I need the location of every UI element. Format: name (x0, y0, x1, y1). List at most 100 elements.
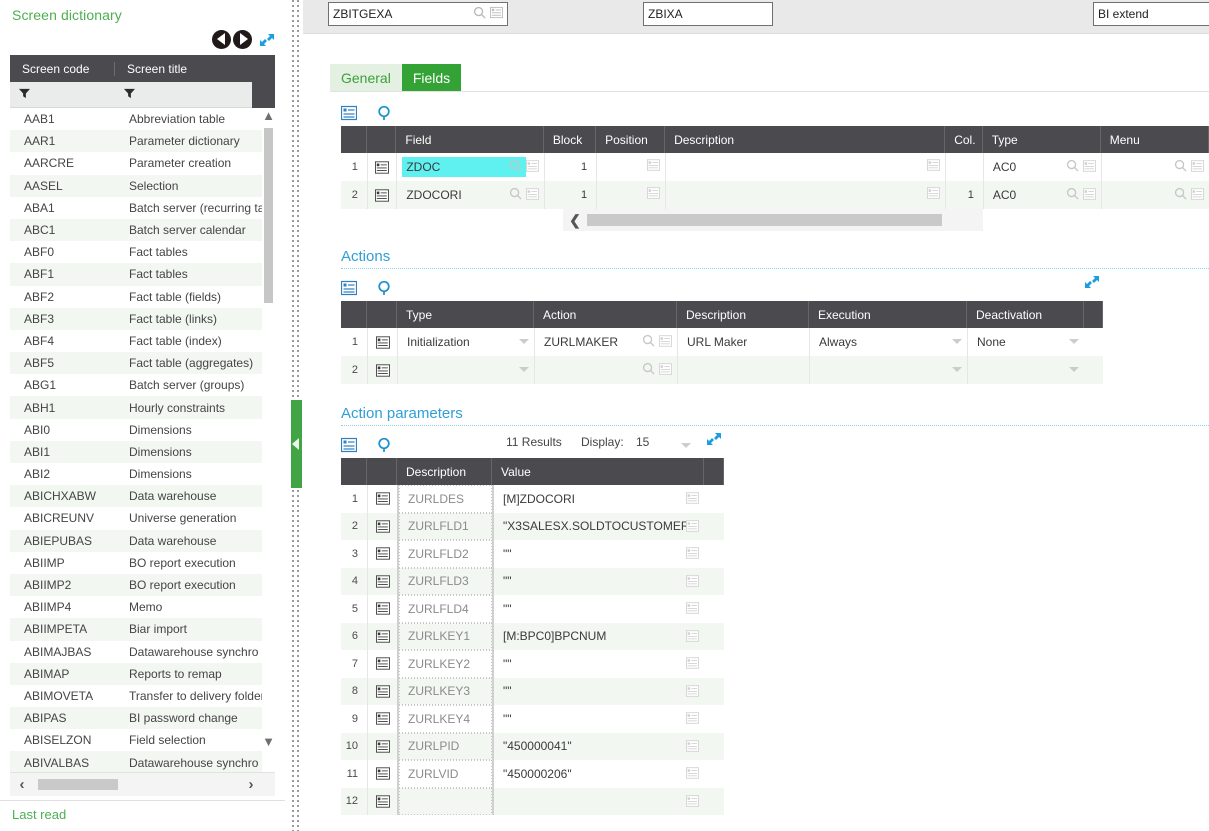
selection-list-icon[interactable] (647, 159, 660, 171)
chevron-down-icon[interactable] (519, 367, 529, 372)
chevron-down-icon[interactable] (519, 339, 529, 344)
action-cell[interactable]: ZURLMAKER (534, 328, 677, 356)
scroll-left-icon[interactable]: ‹ (10, 776, 34, 793)
search-icon[interactable] (473, 6, 486, 19)
dictionary-row[interactable]: ABIEPUBASData warehouse (10, 530, 262, 552)
fields-col-description[interactable]: Description (665, 126, 945, 153)
parameter-value-icons[interactable] (686, 795, 699, 807)
selection-list-icon[interactable] (927, 187, 940, 199)
row-detail-button[interactable] (367, 678, 397, 706)
selection-list-icon[interactable] (526, 188, 539, 200)
selection-list-icon[interactable] (526, 160, 539, 172)
menu-cell[interactable] (1101, 181, 1209, 209)
column-header-screen-title[interactable]: Screen title (115, 62, 252, 76)
fields-col-block[interactable]: Block (544, 126, 596, 153)
module-input[interactable]: ZBIXA (643, 2, 773, 26)
row-detail-button[interactable] (367, 705, 397, 733)
parameter-value-cell[interactable]: "" (492, 705, 704, 733)
menu-cell[interactable] (1101, 153, 1209, 181)
parameter-description-cell[interactable]: ZURLVID (397, 760, 492, 788)
dictionary-row[interactable]: ABIIMPBO report execution (10, 552, 262, 574)
dictionary-row[interactable]: ABI0Dimensions (10, 419, 262, 441)
dictionary-horizontal-scrollbar[interactable]: ‹ › (10, 772, 275, 796)
search-icon[interactable] (1174, 159, 1187, 172)
dictionary-row[interactable]: ABICREUNVUniverse generation (10, 507, 262, 529)
action-parameter-row[interactable]: 1ZURLDES[M]ZDOCORI (341, 485, 724, 513)
chevron-down-icon[interactable] (952, 339, 962, 344)
action-parameter-row[interactable]: 8ZURLKEY3"" (341, 678, 724, 706)
dictionary-row[interactable]: AAR1Parameter dictionary (10, 130, 262, 152)
grid-view-icon[interactable] (341, 280, 357, 296)
hscrollbar-thumb[interactable] (587, 214, 942, 226)
col-cell[interactable]: 1 (945, 181, 983, 209)
row-detail-icon[interactable] (376, 575, 390, 588)
action-cell-icons[interactable] (642, 362, 672, 375)
dictionary-row[interactable]: ABICHXABWData warehouse (10, 485, 262, 507)
position-cell[interactable]: 2 (596, 181, 665, 209)
action-parameter-row[interactable]: 5ZURLFLD4"" (341, 595, 724, 623)
param-col-value[interactable]: Value (492, 458, 704, 485)
actions-grid-row[interactable]: 2 (341, 356, 1103, 384)
fields-grid-hscrollbar[interactable]: ❮ (563, 209, 983, 231)
row-detail-icon[interactable] (376, 364, 390, 377)
dictionary-row[interactable]: ABF0Fact tables (10, 241, 262, 263)
action-parameter-row[interactable]: 7ZURLKEY2"" (341, 650, 724, 678)
row-detail-button[interactable] (367, 595, 397, 623)
type-cell-icons[interactable] (1066, 187, 1096, 200)
previous-record-button[interactable] (212, 30, 231, 49)
parameter-value-cell[interactable]: "" (492, 540, 704, 568)
parameter-value-cell[interactable]: "X3SALESX.SOLDTOCUSTOMER" (492, 513, 704, 541)
row-detail-icon[interactable] (376, 767, 390, 780)
dictionary-row[interactable]: ABIVALBASDatawarehouse synchro (10, 751, 262, 772)
expand-actions-icon[interactable] (1083, 273, 1101, 291)
description-cell-icons[interactable] (927, 187, 940, 199)
deactivation-cell[interactable] (967, 356, 1084, 384)
grid-view-icon[interactable] (341, 105, 357, 121)
dictionary-row[interactable]: ABISELZONField selection (10, 729, 262, 751)
dictionary-row[interactable]: ABF3Fact table (links) (10, 308, 262, 330)
action-parameter-row[interactable]: 9ZURLKEY4"" (341, 705, 724, 733)
dictionary-row[interactable]: ABIIMPETABiar import (10, 618, 262, 640)
chevron-down-icon[interactable] (681, 443, 691, 448)
row-detail-button[interactable] (367, 760, 397, 788)
expand-panel-icon[interactable] (258, 31, 276, 49)
parameter-value-icons[interactable] (686, 767, 699, 779)
selection-list-icon[interactable] (686, 630, 699, 642)
block-cell[interactable]: 1 (544, 153, 596, 181)
actions-grid-row[interactable]: 1InitializationZURLMAKERURL MakerAlwaysN… (341, 328, 1103, 356)
selection-list-icon[interactable] (686, 492, 699, 504)
parameter-value-cell[interactable]: "" (492, 650, 704, 678)
selection-list-icon[interactable] (1191, 188, 1204, 200)
parameter-description-cell[interactable]: ZURLDES (397, 485, 492, 513)
search-icon[interactable] (642, 334, 655, 347)
collapse-panel-handle[interactable] (291, 400, 302, 488)
parameter-value-icons[interactable] (686, 575, 699, 587)
parameter-description-cell[interactable]: ZURLKEY1 (397, 623, 492, 651)
selection-list-icon[interactable] (686, 685, 699, 697)
description-cell-icons[interactable] (927, 159, 940, 171)
field-cell-icons[interactable] (509, 187, 539, 200)
parameter-description-cell[interactable]: ZURLPID (397, 733, 492, 761)
parameter-description-cell[interactable]: ZURLKEY3 (397, 678, 492, 706)
execution-cell[interactable]: Always (809, 328, 967, 356)
description-cell[interactable] (677, 356, 809, 384)
chevron-down-icon[interactable] (1069, 339, 1079, 344)
next-record-button[interactable] (233, 30, 252, 49)
selection-list-icon[interactable] (686, 712, 699, 724)
parameter-value-cell[interactable]: "" (492, 678, 704, 706)
filter-screen-code[interactable] (10, 88, 115, 102)
actions-col-description[interactable]: Description (677, 301, 809, 328)
dictionary-row[interactable]: ABIMOVETATransfer to delivery folder (10, 685, 262, 707)
row-detail-button[interactable] (367, 513, 397, 541)
search-icon[interactable] (1066, 187, 1079, 200)
type-cell[interactable]: AC0 (983, 181, 1101, 209)
actions-col-deactivation[interactable]: Deactivation (967, 301, 1084, 328)
parameter-value-icons[interactable] (686, 492, 699, 504)
search-icon[interactable] (642, 362, 655, 375)
search-icon[interactable] (377, 280, 393, 296)
tab-fields[interactable]: Fields (402, 64, 461, 91)
row-detail-icon[interactable] (376, 336, 390, 349)
expand-action-parameters-icon[interactable] (705, 430, 723, 448)
parameter-description-cell[interactable]: ZURLKEY4 (397, 705, 492, 733)
selection-list-icon[interactable] (686, 657, 699, 669)
